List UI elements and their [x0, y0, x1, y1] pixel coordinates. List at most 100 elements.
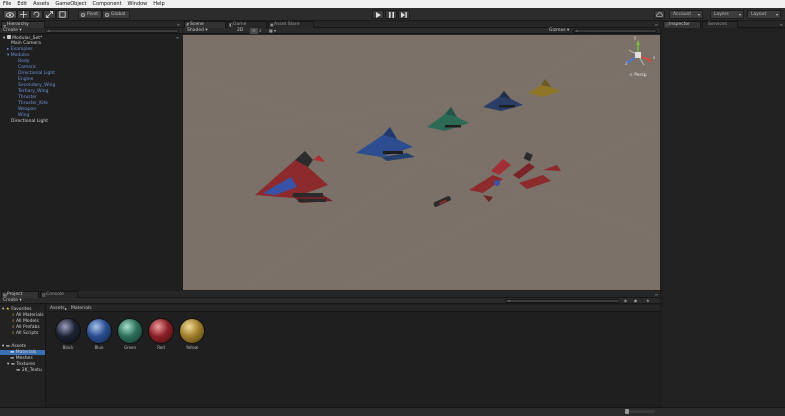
scene-menu-icon[interactable]: ≡ — [176, 35, 179, 40]
blue-ship-model[interactable] — [356, 127, 415, 161]
inspector-panel: ⓘ Inspector Services ≡ — [662, 21, 785, 411]
filter-label-icon[interactable]: ◆ — [634, 298, 637, 304]
material-thumb-green[interactable] — [117, 318, 143, 344]
tab-hierarchy-label: Hierarchy — [7, 22, 29, 27]
menu-edit[interactable]: Edit — [17, 1, 27, 7]
favorites-header[interactable]: ▾ ★ Favorites — [2, 307, 32, 312]
move-tool-button[interactable] — [17, 10, 30, 19]
account-dropdown[interactable]: Account ▾ — [669, 10, 703, 19]
breadcrumb-materials[interactable]: Materials — [71, 305, 92, 312]
tab-scene[interactable]: # Scene — [184, 21, 226, 28]
account-label: Account — [673, 12, 692, 17]
assets-folder-textures[interactable]: ▾ ▬ Textures — [7, 362, 35, 367]
hierarchy-item[interactable]: ▾ Modules — [7, 53, 29, 58]
material-thumb-black[interactable] — [55, 318, 81, 344]
favorites-item[interactable]: ⌕ All Models — [12, 319, 39, 324]
hierarchy-item[interactable]: Tertiary_Wing — [18, 89, 48, 94]
panel-menu-icon[interactable]: ≡ — [780, 22, 783, 27]
pause-button[interactable] — [385, 10, 397, 19]
collab-button[interactable] — [654, 10, 665, 19]
menu-file[interactable]: File — [3, 1, 11, 7]
material-thumb-yellow[interactable] — [179, 318, 205, 344]
assets-folder-materials[interactable]: ▬ Materials — [0, 350, 45, 355]
panel-menu-icon[interactable]: ≡ — [655, 292, 658, 297]
filter-type-icon[interactable]: ◈ — [624, 298, 627, 304]
hierarchy-item[interactable]: Secondary_Wing — [18, 83, 55, 88]
tab-services[interactable]: Services — [702, 21, 738, 28]
persp-label[interactable]: < Persp — [629, 73, 647, 78]
panel-menu-icon[interactable]: ≡ — [177, 22, 180, 27]
scene-render — [183, 35, 660, 290]
favorites-item[interactable]: ⌕ All Scripts — [12, 331, 38, 336]
hierarchy-item[interactable]: ▸ Examples — [7, 47, 33, 52]
scene-search-input[interactable]: ⌕ — [573, 28, 657, 33]
pivot-toggle[interactable]: Pivot — [78, 10, 102, 19]
assets-folder-meshes[interactable]: ▬ Meshes — [10, 356, 33, 361]
material-label: Red — [157, 345, 165, 350]
tab-project[interactable]: ▤ Project — [1, 291, 39, 298]
menu-gameobject[interactable]: GameObject — [55, 1, 86, 7]
2d-toggle[interactable]: 2D — [237, 28, 243, 34]
global-toggle[interactable]: Global — [102, 10, 130, 19]
dark-blue-ship-model[interactable] — [483, 91, 523, 111]
folder-icon: ▬ — [5, 344, 10, 349]
thumbnail-size-slider[interactable] — [625, 409, 655, 414]
scale-tool-button[interactable] — [43, 10, 56, 19]
orientation-gizmo[interactable] — [626, 40, 652, 66]
modules-parts[interactable] — [433, 152, 561, 208]
assets-folder-2k-textures[interactable]: ▬ 2K_Textu — [16, 368, 42, 373]
hierarchy-item[interactable]: Main Camera — [11, 41, 41, 46]
tab-console[interactable]: ▥ Console — [40, 291, 78, 298]
menu-help[interactable]: Help — [153, 1, 164, 7]
tab-game[interactable]: ◧ Game — [227, 21, 267, 28]
search-icon: ⌕ — [12, 319, 15, 324]
tab-asset-store[interactable]: ▣ Asset Store — [268, 21, 314, 28]
star-icon[interactable]: ★ — [646, 298, 650, 304]
favorites-item[interactable]: ⌕ All Materials — [12, 313, 44, 318]
material-label: Yellow — [185, 345, 199, 350]
rect-tool-button[interactable] — [56, 10, 69, 19]
red-ship-model[interactable] — [255, 151, 333, 203]
effects-toggle[interactable]: ▦ ▾ — [269, 28, 276, 34]
scene-viewport[interactable]: y x z < Persp — [183, 35, 660, 290]
info-icon: ⓘ — [665, 22, 669, 27]
hierarchy-item[interactable]: Weapon — [18, 107, 36, 112]
pause-icon — [388, 11, 394, 18]
hierarchy-item[interactable]: Directional Light — [18, 71, 55, 76]
tab-hierarchy[interactable]: ≡ Hierarchy — [1, 21, 45, 28]
shading-dropdown[interactable]: Shaded ▾ — [187, 28, 208, 34]
menu-assets[interactable]: Assets — [33, 1, 49, 7]
material-thumb-blue[interactable] — [86, 318, 112, 344]
layers-dropdown[interactable]: Layers ▾ — [710, 10, 744, 19]
gizmos-dropdown[interactable]: Gizmos ▾ — [549, 28, 569, 34]
create-dropdown[interactable]: Create ▾ — [3, 298, 22, 304]
menu-component[interactable]: Component — [93, 1, 122, 7]
step-button[interactable] — [398, 10, 410, 19]
hierarchy-item[interactable]: Engine — [18, 77, 33, 82]
breadcrumb-assets[interactable]: Assets — [50, 305, 65, 312]
favorites-item[interactable]: ⌕ All Prefabs — [12, 325, 40, 330]
hierarchy-search-input[interactable]: ⌕ — [45, 28, 179, 33]
hand-tool-button[interactable] — [3, 10, 17, 19]
hierarchy-item[interactable]: Body — [18, 59, 29, 64]
hierarchy-item[interactable]: Thruster_Kite — [18, 101, 48, 106]
rotate-tool-button[interactable] — [30, 10, 43, 19]
menu-window[interactable]: Window — [128, 1, 148, 7]
create-dropdown[interactable]: Create ▾ — [3, 28, 22, 34]
project-search-input[interactable]: ⌕ — [505, 298, 620, 303]
material-thumb-red[interactable] — [148, 318, 174, 344]
hierarchy-item[interactable]: Camera — [18, 65, 36, 70]
hierarchy-item[interactable]: Directional Light — [11, 119, 48, 124]
assets-header[interactable]: ▾ ▬ Assets — [2, 344, 26, 349]
favorites-item-label: All Models — [15, 319, 39, 324]
layout-dropdown[interactable]: Layout ▾ — [747, 10, 781, 19]
play-button[interactable] — [372, 10, 384, 19]
hierarchy-item[interactable]: Wing — [18, 113, 29, 118]
slider-handle[interactable] — [625, 409, 629, 414]
panel-menu-icon[interactable]: ≡ — [655, 22, 658, 27]
lighting-toggle[interactable]: ☼ — [250, 28, 258, 34]
green-ship-model[interactable] — [427, 107, 469, 131]
audio-toggle[interactable]: ♪ — [259, 28, 262, 34]
tab-inspector[interactable]: ⓘ Inspector — [663, 21, 701, 28]
hierarchy-item[interactable]: Thruster — [18, 95, 37, 100]
